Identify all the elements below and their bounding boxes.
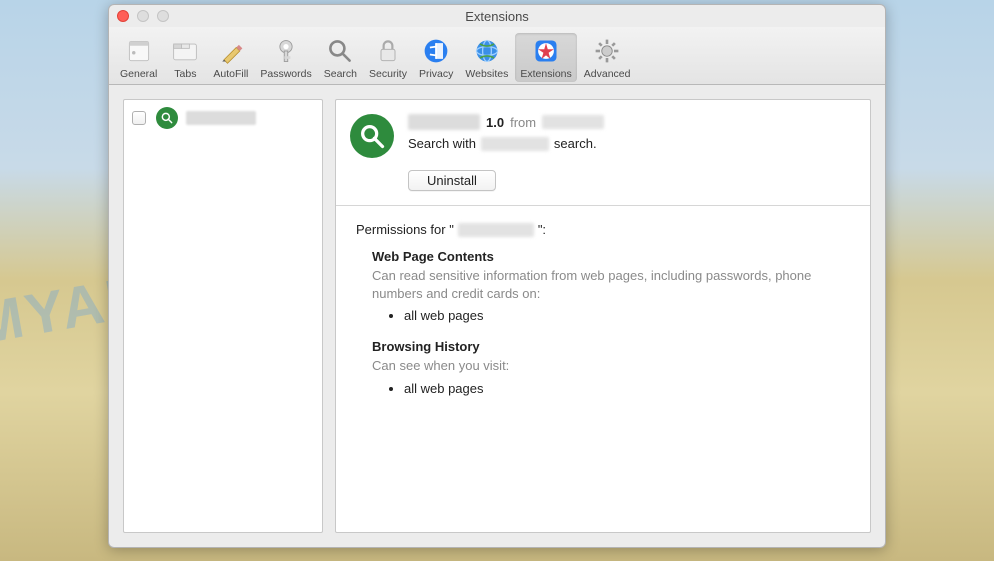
permission-section: Browsing History Can see when you visit:… — [372, 339, 850, 396]
details-header: 1.0 from Search with search. — [336, 100, 870, 170]
privacy-icon — [421, 36, 451, 66]
tab-general[interactable]: General — [115, 33, 162, 82]
advanced-icon — [592, 36, 622, 66]
tab-label: Tabs — [174, 68, 196, 80]
security-icon — [373, 36, 403, 66]
tab-search[interactable]: Search — [319, 33, 362, 82]
tab-passwords[interactable]: Passwords — [255, 33, 316, 82]
tabs-icon — [170, 36, 200, 66]
permission-item: all web pages — [404, 308, 850, 323]
tab-privacy[interactable]: Privacy — [414, 33, 458, 82]
permissions-title-suffix: ": — [538, 222, 546, 237]
permission-section: Web Page Contents Can read sensitive inf… — [372, 249, 850, 323]
extension-version: 1.0 — [486, 115, 504, 130]
tab-label: Security — [369, 68, 407, 80]
extension-details: 1.0 from Search with search. Uninstall — [335, 99, 871, 533]
tab-label: Privacy — [419, 68, 453, 80]
tab-security[interactable]: Security — [364, 33, 412, 82]
tab-label: Websites — [465, 68, 508, 80]
uninstall-button[interactable]: Uninstall — [408, 170, 496, 191]
tab-label: Extensions — [520, 68, 571, 80]
extension-row[interactable] — [124, 100, 322, 136]
search-icon — [325, 36, 355, 66]
permissions-title: Permissions for " ": — [356, 222, 850, 237]
websites-icon — [472, 36, 502, 66]
permission-list: all web pages — [404, 308, 850, 323]
permissions-panel: Permissions for " ": Web Page Contents C… — [336, 206, 870, 428]
extensions-sidebar — [123, 99, 323, 533]
tab-label: General — [120, 68, 157, 80]
autofill-icon — [216, 36, 246, 66]
tab-label: Search — [324, 68, 357, 80]
window-title: Extensions — [109, 9, 885, 24]
general-icon — [124, 36, 154, 66]
details-header-text: 1.0 from Search with search. — [408, 114, 856, 158]
from-label: from — [510, 115, 536, 130]
extension-icon — [156, 107, 178, 129]
tab-label: AutoFill — [213, 68, 248, 80]
tab-extensions[interactable]: Extensions — [515, 33, 576, 82]
permission-list: all web pages — [404, 381, 850, 396]
tab-advanced[interactable]: Advanced — [579, 33, 636, 82]
extension-author-redacted — [542, 115, 604, 129]
tab-tabs[interactable]: Tabs — [164, 33, 206, 82]
extension-name-redacted — [408, 114, 480, 130]
preferences-window: Extensions General Tabs AutoFill Passwor… — [108, 4, 886, 548]
tab-label: Passwords — [260, 68, 311, 80]
tab-autofill[interactable]: AutoFill — [208, 33, 253, 82]
permission-heading: Web Page Contents — [372, 249, 850, 264]
desc-prefix: Search with — [408, 136, 476, 151]
permission-item: all web pages — [404, 381, 850, 396]
permissions-title-prefix: Permissions for " — [356, 222, 454, 237]
permissions-name-redacted — [458, 223, 534, 237]
preferences-toolbar: General Tabs AutoFill Passwords Search — [109, 27, 885, 85]
permission-description: Can read sensitive information from web … — [372, 267, 850, 302]
titlebar: Extensions — [109, 5, 885, 27]
passwords-icon — [271, 36, 301, 66]
extensions-icon — [531, 36, 561, 66]
extension-large-icon — [350, 114, 394, 158]
extension-enable-checkbox[interactable] — [132, 111, 146, 125]
content-area: 1.0 from Search with search. Uninstall — [109, 85, 885, 547]
tab-websites[interactable]: Websites — [460, 33, 513, 82]
permission-description: Can see when you visit: — [372, 357, 850, 375]
desc-suffix: search. — [554, 136, 597, 151]
tab-label: Advanced — [584, 68, 631, 80]
uninstall-row: Uninstall — [336, 170, 870, 205]
desc-redacted — [481, 137, 549, 151]
permission-heading: Browsing History — [372, 339, 850, 354]
extension-name-redacted — [186, 111, 256, 125]
